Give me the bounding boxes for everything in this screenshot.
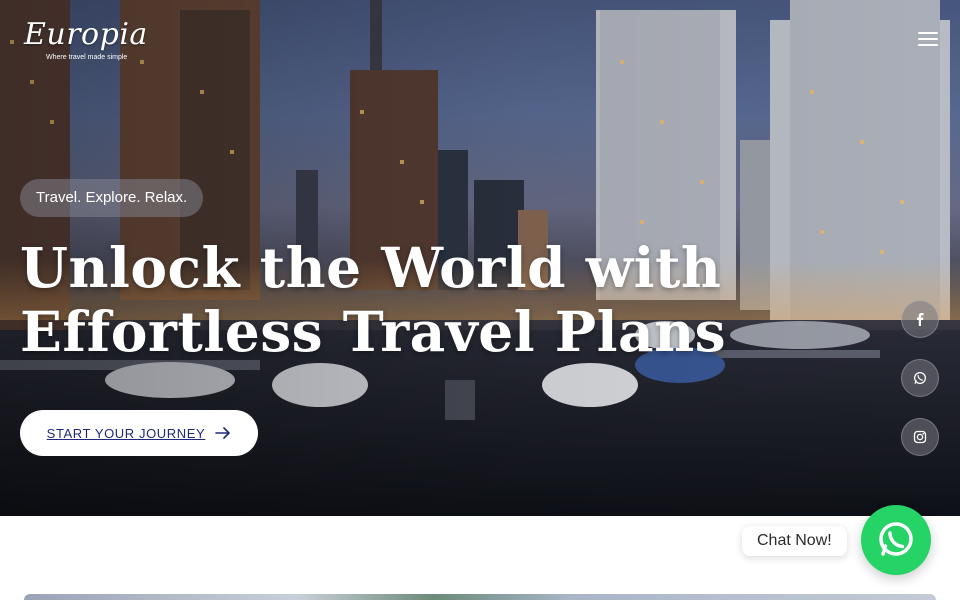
whatsapp-link[interactable] xyxy=(901,359,939,397)
whatsapp-icon xyxy=(879,522,913,556)
next-section-image-preview xyxy=(24,594,936,600)
whatsapp-chat-button[interactable] xyxy=(861,505,931,575)
facebook-link[interactable] xyxy=(901,300,939,338)
hero-headline-line-2: Effortless Travel Plans xyxy=(20,299,727,364)
hero-headline: Unlock the World with Effortless Travel … xyxy=(20,235,727,364)
instagram-link[interactable] xyxy=(901,418,939,456)
whatsapp-icon xyxy=(913,371,927,385)
hero-section: Europia Where travel made simple Travel.… xyxy=(0,0,960,516)
instagram-icon xyxy=(913,430,927,444)
logo-tagline: Where travel made simple xyxy=(46,54,128,61)
start-journey-label: START YOUR JOURNEY xyxy=(46,425,206,441)
hero-eyebrow-badge: Travel. Explore. Relax. xyxy=(20,179,204,217)
site-logo[interactable]: Europia Where travel made simple xyxy=(24,17,148,68)
hamburger-menu-icon[interactable] xyxy=(918,32,938,48)
start-journey-button[interactable]: START YOUR JOURNEY xyxy=(20,410,258,456)
logo-wordmark: Europia xyxy=(24,17,148,52)
chat-now-label[interactable]: Chat Now! xyxy=(742,526,847,556)
arrow-right-icon xyxy=(215,427,231,439)
facebook-icon xyxy=(917,313,924,326)
hero-headline-line-1: Unlock the World with xyxy=(20,235,722,300)
